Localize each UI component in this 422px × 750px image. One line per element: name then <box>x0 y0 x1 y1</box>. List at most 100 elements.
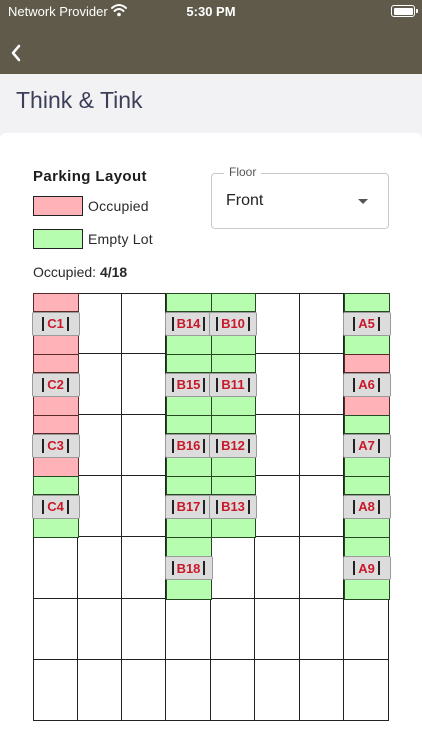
parking-lot-a6-top[interactable] <box>344 354 390 374</box>
parking-lot-a6-tag[interactable]: A6 <box>342 372 391 397</box>
parking-lot-id: A5 <box>358 316 375 331</box>
parking-lot-c1-tag[interactable]: C1 <box>31 311 80 336</box>
parking-lot-b10-top[interactable] <box>211 293 256 313</box>
parking-lot-b12-tag[interactable]: B12 <box>209 433 257 458</box>
parking-lot-id: A9 <box>358 560 375 576</box>
grid-cell <box>78 293 122 354</box>
parking-lot-b15-top[interactable] <box>166 354 212 374</box>
tag-bar <box>377 561 380 575</box>
parking-lot-b18-bottom[interactable] <box>166 579 212 600</box>
parking-lot-id: B12 <box>221 438 245 453</box>
parking-lot-a9-bottom[interactable] <box>344 579 390 600</box>
parking-lot-b13-top[interactable] <box>211 476 256 496</box>
parking-lot-a7-top[interactable] <box>344 415 390 435</box>
occupied-swatch <box>33 196 83 216</box>
parking-lot-c4-top[interactable] <box>33 476 79 496</box>
tag-bar <box>353 438 356 453</box>
parking-lot-c1-top[interactable] <box>33 293 79 313</box>
parking-lot-b16-top[interactable] <box>166 415 212 435</box>
grid-cell <box>122 476 166 537</box>
grid-cell <box>211 537 255 599</box>
clock: 5:30 PM <box>186 4 236 19</box>
floor-dropdown[interactable]: Floor Front <box>211 165 389 229</box>
parking-lot-b16-tag[interactable]: B16 <box>164 433 213 458</box>
parking-lot-b15-tag[interactable]: B15 <box>164 372 213 397</box>
grid-cell <box>33 660 78 721</box>
tag-bar <box>42 316 45 331</box>
tag-bar <box>247 499 250 514</box>
parking-lot-b16-bottom[interactable] <box>166 456 212 477</box>
parking-lot-b15-bottom[interactable] <box>166 395 212 416</box>
parking-lot-b18-tag[interactable]: B18 <box>164 556 213 580</box>
tag-bar <box>216 499 219 514</box>
floor-dropdown-label: Floor <box>224 165 262 179</box>
grid-cell <box>344 660 389 721</box>
parking-lot-b14-bottom[interactable] <box>166 334 212 355</box>
parking-lot-a7-bottom[interactable] <box>344 456 390 477</box>
parking-lot-a7-tag[interactable]: A7 <box>342 433 391 458</box>
parking-lot-c4-bottom[interactable] <box>33 517 79 538</box>
parking-lot-b13-bottom[interactable] <box>211 517 256 538</box>
tag-bar <box>216 377 219 392</box>
parking-lot-c2-bottom[interactable] <box>33 395 79 416</box>
grid-cell <box>33 537 78 599</box>
tag-bar <box>216 316 219 331</box>
grid-cell <box>255 293 300 354</box>
parking-lot-c3-tag[interactable]: C3 <box>31 433 80 458</box>
parking-lot-b17-top[interactable] <box>166 476 212 496</box>
empty-swatch <box>33 229 83 249</box>
grid-cell <box>122 415 166 476</box>
tag-bar <box>353 377 356 392</box>
parking-lot-b17-tag[interactable]: B17 <box>164 494 213 519</box>
grid-cell <box>122 354 166 415</box>
parking-lot-a8-bottom[interactable] <box>344 517 390 538</box>
parking-lot-a6-bottom[interactable] <box>344 395 390 416</box>
occupied-count-label: Occupied: <box>33 264 97 280</box>
parking-lot-b11-top[interactable] <box>211 354 256 374</box>
parking-lot-c2-tag[interactable]: C2 <box>31 372 80 397</box>
grid-cell <box>33 599 78 660</box>
parking-lot-b14-tag[interactable]: B14 <box>164 311 213 336</box>
parking-lot-c1-bottom[interactable] <box>33 334 79 355</box>
parking-lot-c4-tag[interactable]: C4 <box>31 494 80 519</box>
parking-lot-b12-bottom[interactable] <box>211 456 256 477</box>
tag-bar <box>377 499 380 514</box>
tag-bar <box>377 377 380 392</box>
chevron-down-icon <box>358 199 368 204</box>
tag-bar <box>353 499 356 514</box>
parking-lot-b11-tag[interactable]: B11 <box>209 372 257 397</box>
parking-lot-c2-top[interactable] <box>33 354 79 374</box>
grid-cell <box>300 660 344 721</box>
tag-bar <box>171 561 174 575</box>
parking-lot-c3-bottom[interactable] <box>33 456 79 477</box>
parking-lot-b14-top[interactable] <box>166 293 212 313</box>
parking-lot-b17-bottom[interactable] <box>166 517 212 538</box>
parking-lot-a5-tag[interactable]: A5 <box>342 311 391 336</box>
legend-title: Parking Layout <box>33 168 147 185</box>
tag-bar <box>171 438 174 453</box>
tag-bar <box>66 499 69 514</box>
parking-lot-a8-tag[interactable]: A8 <box>342 494 391 519</box>
parking-lot-a9-tag[interactable]: A9 <box>342 556 391 580</box>
parking-lot-b18-top[interactable] <box>166 537 212 557</box>
parking-lot-b10-tag[interactable]: B10 <box>209 311 257 336</box>
page-title: Think & Tink <box>16 87 143 113</box>
parking-lot-b12-top[interactable] <box>211 415 256 435</box>
parking-lot-a5-top[interactable] <box>344 293 390 313</box>
parking-lot-b11-bottom[interactable] <box>211 395 256 416</box>
battery-icon <box>391 5 418 17</box>
tag-bar <box>203 499 206 514</box>
parking-lot-a9-top[interactable] <box>344 537 390 557</box>
back-button[interactable] <box>6 40 26 66</box>
parking-lot-id: A8 <box>358 499 375 514</box>
parking-lot-b13-tag[interactable]: B13 <box>209 494 257 519</box>
parking-lot-a8-top[interactable] <box>344 476 390 496</box>
grid-cell <box>78 476 122 537</box>
floor-dropdown-value: Front <box>226 192 264 209</box>
tag-bar <box>247 377 250 392</box>
tag-bar <box>203 377 206 392</box>
parking-lot-a5-bottom[interactable] <box>344 334 390 355</box>
parking-lot-c3-top[interactable] <box>33 415 79 435</box>
parking-lot-b10-bottom[interactable] <box>211 334 256 355</box>
occupied-count-value: 4/18 <box>99 264 128 280</box>
